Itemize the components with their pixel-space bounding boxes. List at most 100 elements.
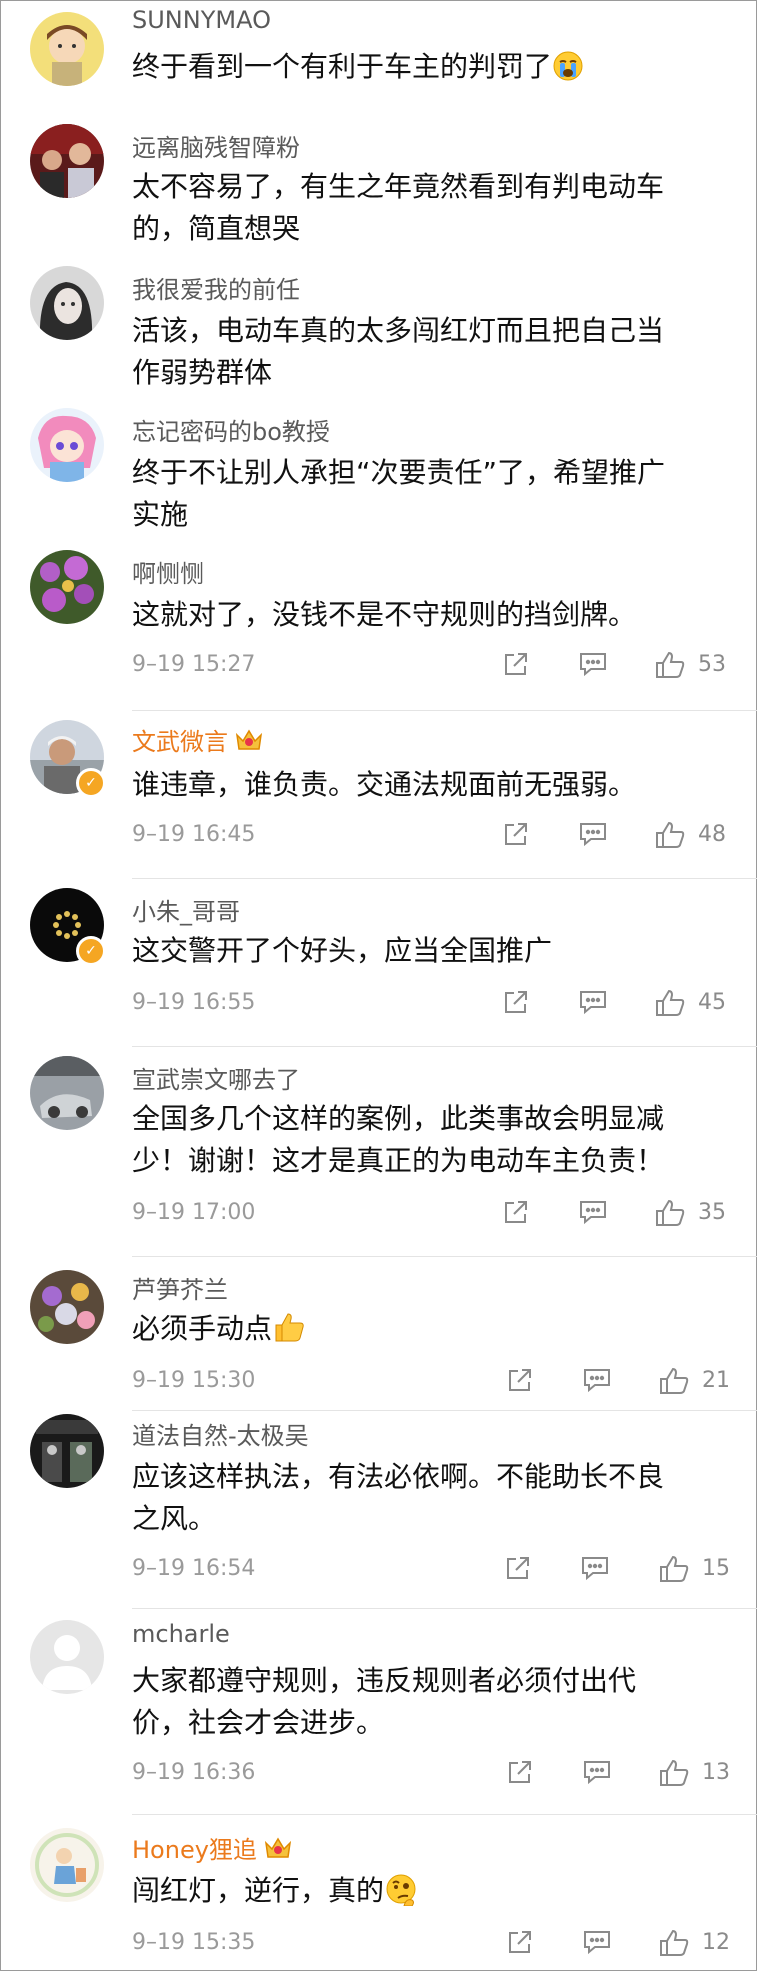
avatar[interactable] bbox=[30, 1828, 104, 1902]
comment-username[interactable]: 芦笋芥兰 bbox=[132, 1270, 228, 1305]
avatar[interactable] bbox=[30, 124, 104, 198]
divider bbox=[132, 710, 757, 711]
comment-username[interactable]: 文武微言 bbox=[132, 722, 264, 759]
avatar[interactable] bbox=[30, 12, 104, 86]
comment-icon[interactable] bbox=[578, 1198, 608, 1228]
share-icon[interactable] bbox=[504, 1554, 532, 1584]
comment-text: 全国多几个这样的案例，此类事故会明显减 少！谢谢！这才是真正的为电动车主负责！ bbox=[132, 1098, 712, 1182]
comment-time: 9–19 15:27 bbox=[132, 652, 256, 677]
comment-icon[interactable] bbox=[582, 1366, 612, 1396]
comment-text-line: 之风。 bbox=[132, 1502, 217, 1535]
comment-icon[interactable] bbox=[582, 1758, 612, 1788]
thumbs-up-icon[interactable] bbox=[658, 1554, 690, 1584]
comment-text-line: 少！谢谢！这才是真正的为电动车主负责！ bbox=[132, 1144, 665, 1177]
thumbs-up-icon[interactable] bbox=[658, 1366, 690, 1396]
share-icon[interactable] bbox=[506, 1758, 534, 1788]
comment-text-line: 价，社会才会进步。 bbox=[132, 1706, 385, 1739]
comment-text-line: 作弱势群体 bbox=[132, 356, 273, 389]
share-icon[interactable] bbox=[502, 650, 530, 680]
avatar[interactable] bbox=[30, 408, 104, 482]
comment-text: 活该，电动车真的太多闯红灯而且把自己当 作弱势群体 bbox=[132, 310, 712, 394]
comment-time: 9–19 16:55 bbox=[132, 990, 256, 1015]
divider bbox=[132, 1046, 757, 1047]
comment-username[interactable]: 小朱_哥哥 bbox=[132, 892, 240, 927]
avatar[interactable] bbox=[30, 1414, 104, 1488]
comment-icon[interactable] bbox=[578, 820, 608, 850]
comment-text: 谁违章，谁负责。交通法规面前无强弱。 bbox=[132, 768, 637, 801]
avatar[interactable] bbox=[30, 1270, 104, 1344]
thumbs-up-icon[interactable] bbox=[654, 650, 686, 680]
like-count: 21 bbox=[702, 1368, 730, 1393]
comment-icon[interactable] bbox=[580, 1554, 610, 1584]
thumbs-up-emoji-icon bbox=[272, 1310, 306, 1356]
comment-text-line: 的，简直想哭 bbox=[132, 212, 301, 245]
like-count: 48 bbox=[698, 822, 726, 847]
comment-actions: 9–19 16:45 48 bbox=[132, 820, 728, 850]
avatar[interactable] bbox=[30, 550, 104, 624]
share-icon[interactable] bbox=[502, 988, 530, 1018]
divider bbox=[132, 1814, 757, 1815]
share-icon[interactable] bbox=[502, 1198, 530, 1228]
share-icon[interactable] bbox=[506, 1928, 534, 1958]
comment-username[interactable]: 忘记密码的bo教授 bbox=[132, 412, 330, 447]
comment-username[interactable]: mcharle bbox=[132, 1620, 230, 1648]
comment-time: 9–19 16:45 bbox=[132, 822, 256, 847]
comment-actions: 9–19 15:35 12 bbox=[132, 1928, 730, 1958]
comment-text: 太不容易了，有生之年竟然看到有判电动车 的，简直想哭 bbox=[132, 166, 712, 250]
share-icon[interactable] bbox=[502, 820, 530, 850]
comment-username-text: 文武微言 bbox=[132, 728, 228, 756]
crying-emoji-icon bbox=[552, 50, 584, 94]
comment-text-content: 终于看到一个有利于车主的判罚了 bbox=[132, 50, 553, 83]
comment-text-line: 太不容易了，有生之年竟然看到有判电动车 bbox=[132, 170, 665, 203]
like-count: 35 bbox=[698, 1200, 726, 1225]
comment-icon[interactable] bbox=[578, 650, 608, 680]
comment-text: 大家都遵守规则，违反规则者必须付出代 价，社会才会进步。 bbox=[132, 1660, 712, 1744]
comment-text-line: 全国多几个这样的案例，此类事故会明显减 bbox=[132, 1102, 665, 1135]
avatar[interactable] bbox=[30, 1620, 104, 1694]
like-count: 13 bbox=[702, 1760, 730, 1785]
comment-text-content: 必须手动点 bbox=[132, 1312, 273, 1345]
divider bbox=[132, 1410, 757, 1411]
comment-time: 9–19 16:36 bbox=[132, 1760, 256, 1785]
crown-icon bbox=[263, 1835, 293, 1867]
comment-text: 这交警开了个好头，应当全国推广 bbox=[132, 934, 553, 967]
comment-actions: 9–19 15:27 53 bbox=[132, 650, 728, 680]
comment-text-line: 应该这样执法，有法必依啊。不能助长不良 bbox=[132, 1460, 665, 1493]
comment-text: 应该这样执法，有法必依啊。不能助长不良 之风。 bbox=[132, 1456, 712, 1540]
comment-actions: 9–19 17:00 35 bbox=[132, 1198, 728, 1228]
avatar[interactable] bbox=[30, 266, 104, 340]
like-count: 45 bbox=[698, 990, 726, 1015]
comment-text-line: 活该，电动车真的太多闯红灯而且把自己当 bbox=[132, 314, 665, 347]
thumbs-up-icon[interactable] bbox=[654, 988, 686, 1018]
thumbs-up-icon[interactable] bbox=[658, 1928, 690, 1958]
thumbs-up-icon[interactable] bbox=[654, 1198, 686, 1228]
comment-username[interactable]: 我很爱我的前任 bbox=[132, 270, 300, 305]
thumbs-up-icon[interactable] bbox=[658, 1758, 690, 1788]
comment-text: 必须手动点 bbox=[132, 1308, 712, 1356]
avatar[interactable] bbox=[30, 1056, 104, 1130]
thumbs-up-icon[interactable] bbox=[654, 820, 686, 850]
verified-badge-icon: ✓ bbox=[76, 936, 106, 966]
divider bbox=[132, 1256, 757, 1257]
like-count: 53 bbox=[698, 652, 726, 677]
comment-time: 9–19 17:00 bbox=[132, 1200, 256, 1225]
divider bbox=[132, 1608, 757, 1609]
share-icon[interactable] bbox=[506, 1366, 534, 1396]
comment-username[interactable]: 远离脑残智障粉 bbox=[132, 128, 300, 163]
comment-actions: 9–19 15:30 21 bbox=[132, 1366, 730, 1396]
comment-username-text: Honey狸追 bbox=[132, 1836, 257, 1864]
comment-username[interactable]: 啊恻恻 bbox=[132, 554, 204, 589]
comment-time: 9–19 16:54 bbox=[132, 1556, 256, 1581]
like-count: 15 bbox=[702, 1556, 730, 1581]
comment-username[interactable]: Honey狸追 bbox=[132, 1830, 293, 1867]
verified-badge-icon: ✓ bbox=[76, 768, 106, 798]
comment-icon[interactable] bbox=[582, 1928, 612, 1958]
comment-text: 终于看到一个有利于车主的判罚了 bbox=[132, 46, 712, 94]
comment-icon[interactable] bbox=[578, 988, 608, 1018]
comment-text: 终于不让别人承担“次要责任”了，希望推广 实施 bbox=[132, 452, 712, 536]
comment-username[interactable]: 道法自然-太极吴 bbox=[132, 1416, 309, 1451]
comment-username[interactable]: 宣武崇文哪去了 bbox=[132, 1060, 300, 1095]
comment-username[interactable]: SUNNYMAO bbox=[132, 6, 271, 34]
thinking-emoji-icon bbox=[384, 1872, 418, 1918]
comment-actions: 9–19 16:36 13 bbox=[132, 1758, 730, 1788]
